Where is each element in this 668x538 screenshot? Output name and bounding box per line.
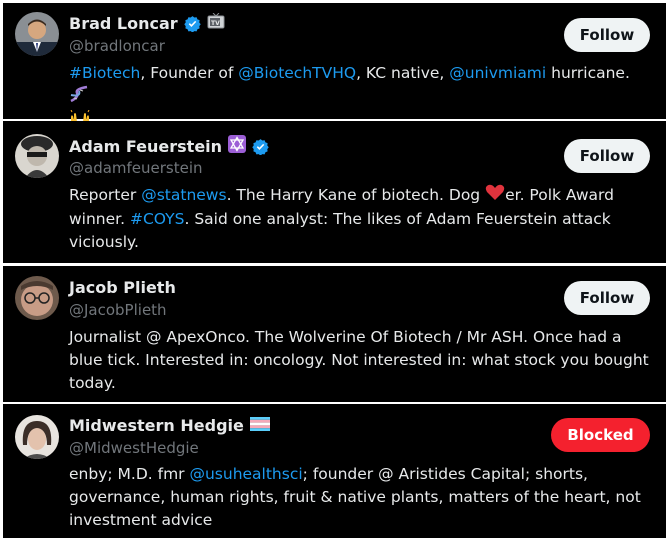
verified-badge-icon: [183, 15, 201, 32]
bio-text: Journalist @ ApexOnco. The Wolverine Of …: [69, 328, 649, 392]
mention-statnews-link[interactable]: @statnews: [141, 186, 226, 204]
red-heart-emoji-icon: [485, 183, 505, 208]
transgender-flag-emoji-icon: [249, 416, 270, 435]
display-name-row: Adam Feuerstein: [69, 135, 269, 157]
svg-text:TV: TV: [211, 20, 220, 27]
user-card-jacobplieth[interactable]: Jacob Plieth @JacobPlieth Follow Journal…: [3, 266, 666, 402]
bio-text: enby; M.D. fmr: [69, 465, 190, 483]
user-card-adamfeuerstein[interactable]: Adam Feuerstein @adamfeuerstein Follow R…: [3, 121, 666, 263]
username: @bradloncar: [69, 37, 165, 55]
dna-emoji-icon: [69, 85, 89, 110]
bio-text: . The Harry Kane of biotech. Dog: [226, 186, 486, 204]
display-name[interactable]: Adam Feuerstein: [69, 137, 222, 156]
star-of-david-emoji-icon: [228, 135, 247, 157]
user-card-bradloncar[interactable]: Brad Loncar TV @bradloncar Follow #Biote…: [3, 3, 666, 128]
display-name-row: Jacob Plieth: [69, 278, 176, 297]
username: @JacobPlieth: [69, 301, 167, 319]
mention-univmiami-link[interactable]: @univmiami: [449, 64, 546, 82]
user-bio: enby; M.D. fmr @usuhealthsci; founder @ …: [69, 463, 650, 532]
user-card-midwesthedgie[interactable]: Midwestern Hedgie @MidwestHedgie Blocked…: [3, 404, 666, 538]
display-name[interactable]: Midwestern Hedgie: [69, 416, 244, 435]
bio-text: , KC native,: [356, 64, 450, 82]
tv-emoji-icon: TV: [207, 12, 225, 33]
avatar[interactable]: [15, 415, 59, 459]
avatar[interactable]: [15, 12, 59, 56]
follow-button[interactable]: Follow: [564, 281, 650, 315]
bio-text: Reporter: [69, 186, 142, 204]
username: @MidwestHedgie: [69, 439, 199, 457]
mention-biotechtvhq-link[interactable]: @BiotechTVHQ: [238, 64, 356, 82]
username: @adamfeuerstein: [69, 159, 203, 177]
display-name[interactable]: Jacob Plieth: [69, 278, 176, 297]
bio-text: hurricane.: [546, 64, 630, 82]
hashtag-coys-link[interactable]: #COYS: [130, 210, 184, 228]
hashtag-biotech-link[interactable]: #Biotech: [69, 64, 140, 82]
follow-button[interactable]: Follow: [564, 139, 650, 173]
avatar[interactable]: [15, 134, 59, 178]
bio-text: , Founder of: [140, 64, 239, 82]
display-name-row: Midwestern Hedgie: [69, 416, 270, 435]
display-name-row: Brad Loncar TV: [69, 12, 225, 33]
follow-button[interactable]: Follow: [564, 18, 650, 52]
verified-badge-icon: [252, 138, 269, 155]
user-bio: Journalist @ ApexOnco. The Wolverine Of …: [69, 326, 650, 395]
user-bio: Reporter @statnews. The Harry Kane of bi…: [69, 183, 650, 254]
avatar[interactable]: [15, 276, 59, 320]
blocked-button[interactable]: Blocked: [551, 418, 650, 452]
mention-usuhealthsci-link[interactable]: @usuhealthsci: [189, 465, 302, 483]
display-name[interactable]: Brad Loncar: [69, 14, 178, 33]
